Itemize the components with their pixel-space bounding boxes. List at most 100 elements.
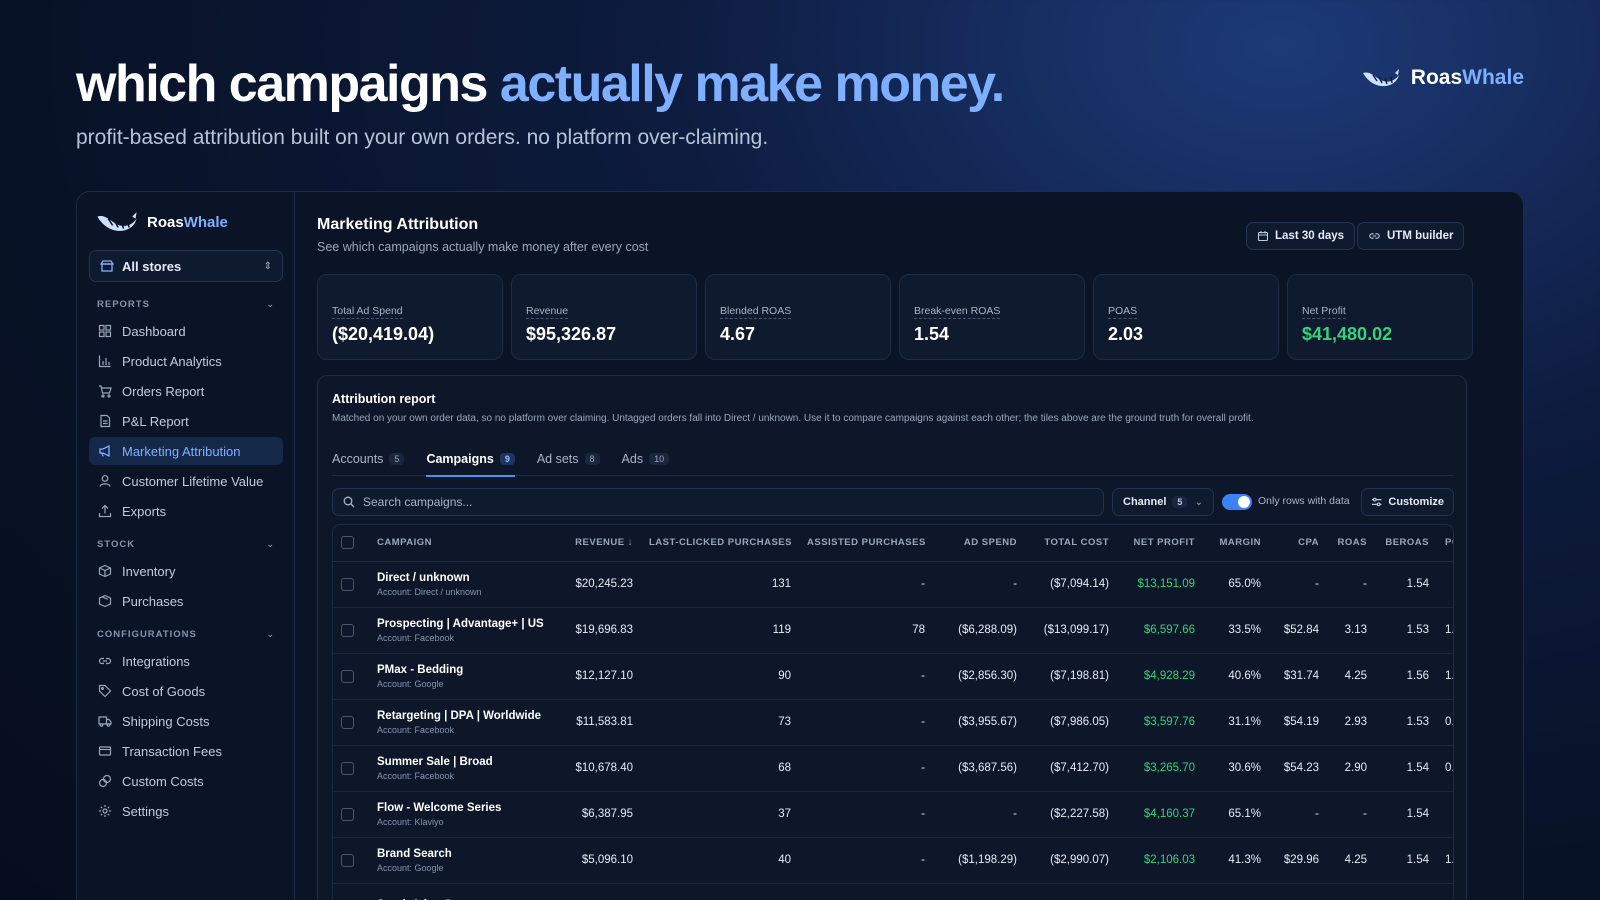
table-row[interactable]: Retargeting | DPA | Worldwide Account: Fa… bbox=[333, 699, 1453, 745]
column-header[interactable]: CAMPAIGN bbox=[369, 525, 555, 562]
cell-roas: 4.25 bbox=[1344, 854, 1367, 866]
table-row[interactable]: Spark Ads - Creators bbox=[333, 883, 1453, 900]
package-icon bbox=[98, 594, 112, 608]
cell-last-clicked: 37 bbox=[778, 808, 791, 820]
table-row[interactable]: Direct / unknown Account: Direct / unknow… bbox=[333, 561, 1453, 607]
table-row[interactable]: PMax - Bedding Account: Google $12,127.10 9… bbox=[333, 653, 1453, 699]
section-configurations[interactable]: CONFIGURATIONS ⌄ bbox=[97, 629, 275, 640]
row-checkbox[interactable] bbox=[341, 807, 354, 821]
campaign-account: Account: Facebook bbox=[377, 632, 455, 643]
sidebar-item-transaction-fees[interactable]: Transaction Fees bbox=[89, 737, 283, 765]
sidebar-item-dashboard[interactable]: Dashboard bbox=[89, 317, 283, 345]
sidebar-item-customer-lifetime-value[interactable]: Customer Lifetime Value bbox=[89, 467, 283, 495]
campaign-name[interactable]: Retargeting | DPA | Worldwide bbox=[377, 710, 547, 722]
sidebar-item-settings[interactable]: Settings bbox=[89, 797, 283, 825]
campaign-name[interactable]: Brand Search bbox=[377, 848, 547, 860]
column-header[interactable]: LAST-CLICKED PURCHASES bbox=[641, 525, 799, 562]
tab-count: 9 bbox=[499, 453, 515, 465]
campaign-name[interactable]: Direct / unknown bbox=[377, 572, 547, 584]
cell-beroas bbox=[1375, 883, 1437, 900]
section-reports[interactable]: REPORTS ⌄ bbox=[97, 299, 275, 310]
campaign-cell: Retargeting | DPA | Worldwide Account: Fa… bbox=[369, 699, 555, 745]
utm-builder-button[interactable]: UTM builder bbox=[1357, 222, 1465, 250]
only-rows-with-data-toggle[interactable] bbox=[1222, 494, 1252, 510]
sidebar-item-orders-report[interactable]: Orders Report bbox=[89, 377, 283, 405]
sidebar-item-cost-of-goods[interactable]: Cost of Goods bbox=[89, 677, 283, 705]
row-checkbox[interactable] bbox=[341, 577, 354, 591]
row-checkbox[interactable] bbox=[341, 853, 354, 867]
tab-ad-sets[interactable]: Ad sets 8 bbox=[537, 450, 600, 476]
user-icon bbox=[99, 475, 111, 487]
campaign-name[interactable]: PMax - Bedding bbox=[377, 664, 547, 676]
tab-campaigns[interactable]: Campaigns 9 bbox=[426, 450, 516, 477]
campaign-cell: Direct / unknown Account: Direct / unknow… bbox=[369, 561, 555, 607]
cell-roas bbox=[1327, 883, 1375, 900]
row-checkbox[interactable] bbox=[341, 715, 354, 729]
column-header[interactable]: BEROAS bbox=[1375, 525, 1437, 562]
table-row[interactable]: Brand Search Account: Google $5,096.10 40 - (… bbox=[333, 837, 1454, 883]
table-row[interactable]: Prospecting | Advantage+ | US Account: Fa… bbox=[333, 607, 1454, 653]
cell-poas bbox=[1437, 791, 1453, 837]
table-row[interactable]: Flow - Welcome Series Account: Klaviyo $6,… bbox=[333, 791, 1453, 837]
column-header[interactable]: ROAS bbox=[1327, 525, 1375, 562]
cell-margin: 65.1% bbox=[1228, 808, 1261, 820]
search-input[interactable] bbox=[363, 495, 1063, 509]
sidebar-item-exports[interactable]: Exports bbox=[89, 497, 283, 525]
section-stock[interactable]: STOCK ⌄ bbox=[97, 539, 275, 550]
hero-title-main: which campaigns bbox=[76, 55, 488, 113]
campaign-name[interactable]: Flow - Welcome Series bbox=[377, 802, 547, 814]
cell-margin: 40.6% bbox=[1228, 670, 1261, 682]
whale-logo-icon bbox=[97, 212, 137, 231]
row-checkbox[interactable] bbox=[341, 761, 354, 775]
column-header[interactable]: TOTAL COST bbox=[1025, 525, 1117, 562]
sidebar-item-shipping-costs[interactable]: Shipping Costs bbox=[89, 707, 283, 735]
sidebar-item-custom-costs[interactable]: Custom Costs bbox=[89, 767, 283, 795]
sidebar-item-marketing-attribution[interactable]: Marketing Attribution bbox=[89, 437, 283, 465]
kpi-net-profit: Net Profit $41,480.02 bbox=[1287, 274, 1473, 360]
store-selector-label: All stores bbox=[122, 258, 182, 274]
sidebar-item-product-analytics[interactable]: Product Analytics bbox=[89, 347, 283, 375]
tab-accounts[interactable]: Accounts 5 bbox=[332, 450, 405, 476]
column-header[interactable]: MARGIN bbox=[1203, 525, 1269, 562]
column-header[interactable]: POAS bbox=[1437, 525, 1453, 562]
chevron-down-icon: ⌄ bbox=[266, 629, 275, 639]
cell-last-clicked: 68 bbox=[778, 762, 791, 774]
main-content: Marketing Attribution See which campaign… bbox=[295, 192, 1523, 900]
sidebar-item-inventory[interactable]: Inventory bbox=[89, 557, 283, 585]
cell-poas: 1. bbox=[1445, 624, 1454, 636]
campaign-account: Account: Google bbox=[377, 678, 444, 689]
sidebar-item-purchases[interactable]: Purchases bbox=[89, 587, 283, 615]
customize-button[interactable]: Customize bbox=[1361, 488, 1454, 516]
row-checkbox[interactable] bbox=[341, 669, 354, 683]
sidebar-item-pl-report[interactable]: P&L Report bbox=[89, 407, 283, 435]
column-header[interactable]: NET PROFIT bbox=[1117, 525, 1203, 562]
column-header[interactable]: REVENUE ↓ bbox=[555, 525, 641, 562]
column-header[interactable]: CPA bbox=[1269, 525, 1327, 562]
column-header[interactable]: AD SPEND bbox=[933, 525, 1025, 562]
channel-count: 5 bbox=[1172, 496, 1188, 508]
row-checkbox[interactable] bbox=[341, 623, 354, 637]
store-selector[interactable]: All stores ⇕ bbox=[89, 250, 283, 282]
cell-roas: 2.93 bbox=[1344, 716, 1367, 728]
cell-poas bbox=[1437, 883, 1453, 900]
column-header[interactable]: ASSISTED PURCHASES bbox=[799, 525, 933, 562]
cell-margin: 30.6% bbox=[1228, 762, 1261, 774]
campaign-name[interactable]: Prospecting | Advantage+ | US bbox=[377, 618, 547, 630]
grid-icon bbox=[98, 324, 112, 338]
sidebar-brand[interactable]: RoasWhale bbox=[95, 210, 228, 234]
upload-icon bbox=[98, 504, 112, 518]
campaign-name[interactable]: Summer Sale | Broad bbox=[377, 756, 547, 768]
cell-poas: 1. bbox=[1445, 854, 1454, 866]
campaign-account: Account: Facebook bbox=[377, 724, 455, 735]
tag-icon bbox=[98, 684, 112, 698]
select-all-checkbox[interactable] bbox=[341, 536, 354, 550]
cell-assisted: - bbox=[921, 578, 925, 590]
box-icon bbox=[98, 564, 112, 578]
date-range-button[interactable]: Last 30 days bbox=[1246, 222, 1356, 250]
channel-filter-button[interactable]: Channel 5 ⌄ bbox=[1112, 488, 1214, 516]
table-row[interactable]: Summer Sale | Broad Account: Facebook $10,… bbox=[333, 745, 1453, 791]
updown-chevron-icon: ⇕ bbox=[263, 260, 272, 272]
cell-beroas: 1.54 bbox=[1406, 854, 1429, 866]
sidebar-item-integrations[interactable]: Integrations bbox=[89, 647, 283, 675]
tab-ads[interactable]: Ads 10 bbox=[622, 450, 670, 476]
